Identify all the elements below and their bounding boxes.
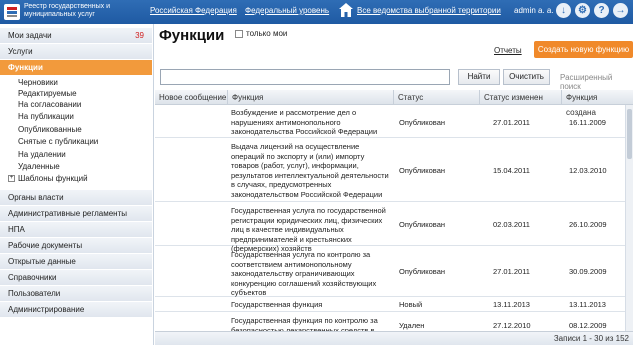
table-row[interactable]: Возбуждение и рассмотрение дел о нарушен… (155, 105, 625, 138)
sidebar-item-npa[interactable]: НПА (0, 222, 152, 238)
link-russian-federation[interactable]: Российская Федерация (150, 6, 237, 15)
cell-status-changed: 15.04.2011 (493, 166, 530, 175)
sidebar: Мои задачи 39 Услуги Функции Черновики Р… (0, 24, 154, 345)
top-header: Реестр государственных и муниципальных у… (0, 0, 633, 24)
link-all-departments[interactable]: Все ведомства выбранной территории (357, 6, 501, 15)
column-header-status-changed[interactable]: Статус изменен (479, 90, 561, 105)
cell-function: Государственная услуга по контролю за со… (231, 250, 377, 297)
sidebar-subitem-editable[interactable]: Редактируемые (18, 88, 77, 99)
sidebar-item-open-data[interactable]: Открытые данные (0, 254, 152, 270)
reports-link[interactable]: Отчеты (494, 46, 522, 55)
cell-status: Опубликован (399, 118, 446, 127)
cell-created: 16.11.2009 (569, 118, 606, 127)
cell-status-changed: 27.01.2011 (493, 118, 530, 127)
sidebar-item-authorities[interactable]: Органы власти (0, 190, 152, 206)
only-mine-checkbox[interactable]: только мои (235, 29, 287, 38)
search-input[interactable] (160, 69, 450, 85)
cell-status: Удален (399, 321, 425, 330)
advanced-search-link[interactable]: Расширенный поиск (560, 73, 633, 91)
registry-logo-icon (4, 4, 20, 20)
logout-icon[interactable]: → (613, 3, 628, 18)
sidebar-item-directories[interactable]: Справочники (0, 270, 152, 286)
page-title: Функции (159, 27, 225, 44)
cell-created: 26.10.2009 (569, 220, 607, 229)
cell-status-changed: 02.03.2011 (493, 220, 530, 229)
sidebar-subitem-published[interactable]: Опубликованные (18, 124, 82, 135)
records-count: Записи 1 - 30 из 152 (553, 334, 629, 343)
sidebar-item-administration[interactable]: Администрирование (0, 302, 152, 318)
sidebar-subitem-deleting[interactable]: На удалении (18, 149, 66, 160)
cell-status: Опубликован (399, 166, 446, 175)
cell-status-changed: 27.01.2011 (493, 267, 530, 276)
table-row[interactable]: Государственная услуга по государственно… (155, 203, 625, 253)
cell-status-changed: 27.12.2010 (493, 321, 531, 330)
table-footer: Записи 1 - 30 из 152 (155, 331, 633, 345)
my-tasks-label: Мои задачи (8, 31, 52, 40)
sidebar-subitem-unpublished[interactable]: Снятые с публикации (18, 136, 98, 147)
sidebar-item-regulations[interactable]: Административные регламенты (0, 206, 152, 222)
sidebar-subitem-publication[interactable]: На публикации (18, 111, 74, 122)
sidebar-subitem-approval[interactable]: На согласовании (18, 99, 81, 110)
cell-status-changed: 13.11.2013 (493, 300, 530, 309)
sidebar-item-services[interactable]: Услуги (0, 44, 152, 60)
home-icon[interactable] (338, 2, 354, 18)
table-header: Новое сообщение Функция Статус Статус из… (155, 90, 633, 117)
cell-status: Опубликован (399, 220, 446, 229)
my-tasks-count: 39 (135, 31, 144, 40)
cell-function: Выдача лицензий на осуществление операци… (231, 142, 389, 199)
settings-icon[interactable]: ⚙ (575, 3, 590, 18)
clear-button[interactable]: Очистить (503, 69, 550, 85)
help-icon[interactable]: ? (594, 3, 609, 18)
sidebar-item-work-documents[interactable]: Рабочие документы (0, 238, 152, 254)
cell-status: Опубликован (399, 267, 446, 276)
column-header-message[interactable]: Новое сообщение (155, 90, 227, 105)
cell-status: Новый (399, 300, 423, 309)
checkbox-box[interactable] (235, 29, 243, 38)
sidebar-subitem-drafts[interactable]: Черновики (18, 77, 58, 88)
cell-created: 08.12.2009 (569, 321, 607, 330)
table-row[interactable]: Государственная услуга по контролю за со… (155, 247, 625, 297)
main-content: Функции только мои Отчеты Создать новую … (155, 24, 633, 345)
sidebar-item-my-tasks[interactable]: Мои задачи 39 (0, 28, 152, 44)
column-header-function[interactable]: Функция (227, 90, 393, 105)
column-header-created[interactable]: Функция создана (561, 90, 625, 117)
sidebar-item-users[interactable]: Пользователи (0, 286, 152, 302)
cell-function: Возбуждение и рассмотрение дел о нарушен… (231, 108, 378, 136)
scrollbar-thumb[interactable] (627, 109, 632, 159)
cell-created: 30.09.2009 (569, 267, 607, 276)
create-function-button[interactable]: Создать новую функцию (534, 41, 633, 58)
column-header-status[interactable]: Статус (393, 90, 479, 105)
vertical-scrollbar[interactable] (625, 105, 633, 334)
table-row[interactable]: Государственная функция Новый 13.11.2013… (155, 298, 625, 312)
cell-function: Государственная функция (231, 300, 323, 309)
user-name[interactable]: admin a. a. (514, 6, 554, 15)
app-name: Реестр государственных и муниципальных у… (24, 3, 110, 18)
link-federal-level[interactable]: Федеральный уровень (245, 6, 329, 15)
find-button[interactable]: Найти (458, 69, 500, 85)
cell-created: 13.11.2013 (569, 300, 606, 309)
cell-created: 12.03.2010 (569, 166, 607, 175)
sidebar-subitem-deleted[interactable]: Удаленные (18, 161, 60, 172)
download-icon[interactable]: ↓ (556, 3, 571, 18)
functions-table: Новое сообщение Функция Статус Статус из… (155, 90, 633, 334)
sidebar-item-functions[interactable]: Функции (0, 60, 152, 76)
only-mine-label: только мои (246, 29, 288, 38)
expand-icon[interactable]: + (8, 175, 15, 182)
table-row[interactable]: Выдача лицензий на осуществление операци… (155, 139, 625, 202)
sidebar-subitem-templates[interactable]: Шаблоны функций (18, 173, 88, 184)
